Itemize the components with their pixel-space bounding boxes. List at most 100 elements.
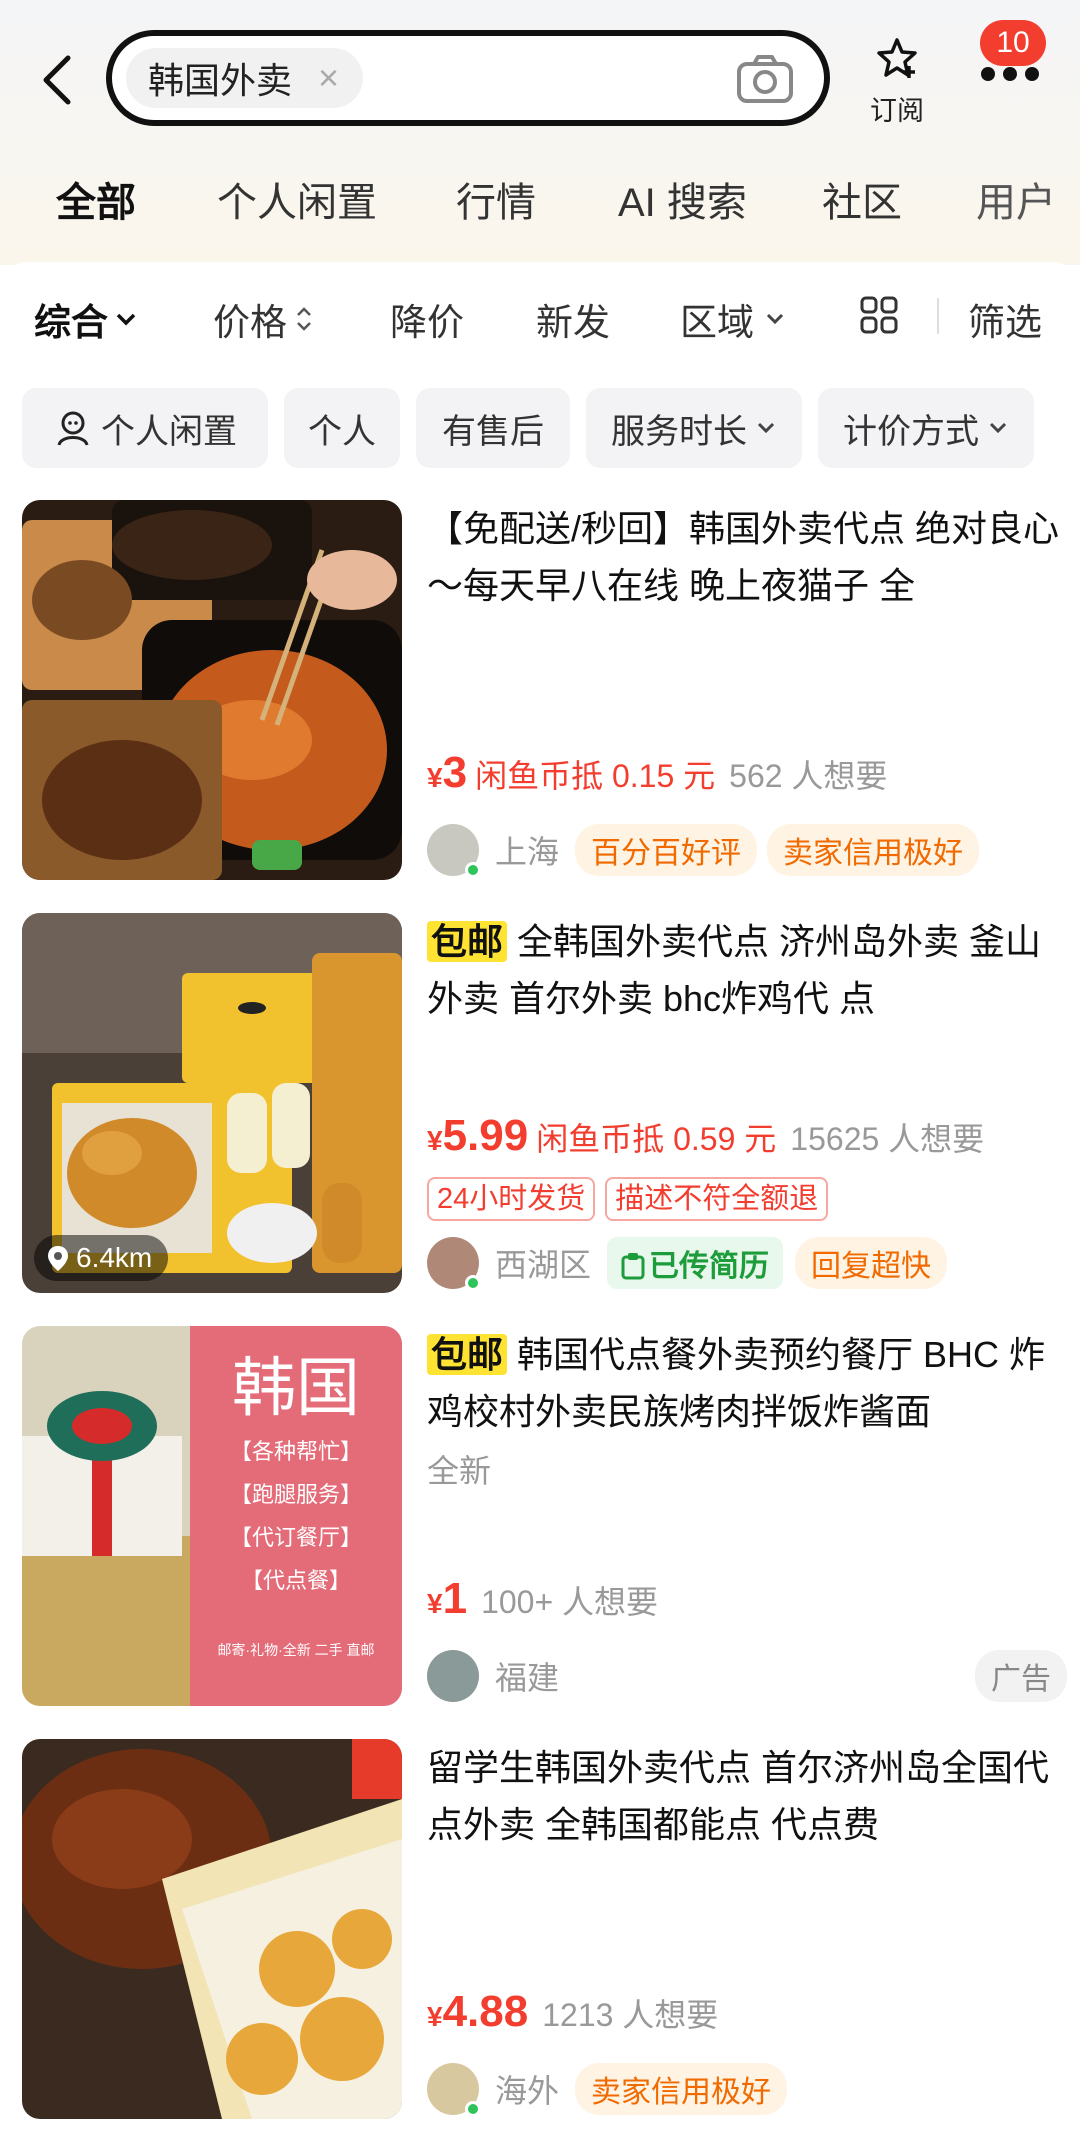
avatar[interactable]: [427, 1650, 479, 1702]
online-dot: [465, 2101, 481, 2117]
image-overlay-text: 韩国 【各种帮忙】 【跑腿服务】 【代订餐厅】 【代点餐】 邮寄·礼物·全新 二…: [190, 1348, 402, 1660]
image-line: 【跑腿服务】: [229, 1482, 362, 1507]
product-image[interactable]: 韩国 【各种帮忙】 【跑腿服务】 【代订餐厅】 【代点餐】 邮寄·礼物·全新 二…: [22, 1326, 402, 1706]
online-dot: [465, 862, 481, 878]
more-icon[interactable]: [980, 64, 1040, 84]
seller-location: 海外: [495, 2073, 560, 2109]
seller-location: 福建: [495, 1660, 560, 1696]
listing-card[interactable]: 留学生韩国外卖代点 首尔济州岛全国代点外卖 全韩国都能点 代点费 ¥4.88 12…: [22, 1739, 1062, 2119]
listing-info: 留学生韩国外卖代点 首尔济州岛全国代点外卖 全韩国都能点 代点费 ¥4.88 12…: [427, 1739, 1067, 2119]
chevron-down-icon: [757, 422, 775, 434]
price-row: ¥5.99 闲鱼币抵 0.59 元 15625 人想要: [427, 1111, 984, 1161]
pill-service-duration[interactable]: 服务时长: [586, 388, 802, 468]
seller-row: 西湖区 已传简历 回复超快: [427, 1233, 1067, 1293]
camera-icon[interactable]: [736, 54, 794, 104]
filter-button[interactable]: 筛选: [968, 292, 1042, 346]
avatar[interactable]: [427, 824, 481, 878]
service-tags: 24小时发货 描述不符全额退: [427, 1177, 838, 1221]
listing-info: 包邮 韩国代点餐外卖预约餐厅 BHC 炸鸡校村外卖民族烤肉拌饭炸酱面 全新 ¥1…: [427, 1326, 1067, 1706]
pill-after-sales[interactable]: 有售后: [416, 388, 570, 468]
pill-label: 计价方式: [843, 412, 979, 451]
listing-title: 【免配送/秒回】韩国外卖代点 绝对良心～每天早八在线 晚上夜猫子 全: [427, 508, 1060, 606]
item-condition: 全新: [427, 1453, 492, 1489]
price-value: 3: [442, 748, 468, 797]
tab-personal-idle[interactable]: 个人闲置: [217, 170, 377, 228]
tab-users[interactable]: 用户: [976, 170, 1056, 228]
listing-title: 留学生韩国外卖代点 首尔济州岛全国代点外卖 全韩国都能点 代点费: [427, 1747, 1050, 1845]
divider: [937, 298, 939, 334]
person-chat-icon: [57, 411, 89, 446]
price-row: ¥1 100+ 人想要: [427, 1574, 658, 1624]
location-pin-icon: [48, 1246, 68, 1271]
sort-dropdown[interactable]: 综合: [34, 292, 138, 346]
tab-market[interactable]: 行情: [456, 170, 536, 228]
clipboard-icon: [621, 1253, 645, 1280]
sort-label: 综合: [34, 302, 108, 343]
category-tabs: 全部 个人闲置 行情 AI 搜索 社区 用户: [0, 170, 1080, 240]
new-listing-filter[interactable]: 新发: [536, 292, 610, 346]
price-drop-filter[interactable]: 降价: [390, 292, 464, 346]
resume-tag: 已传简历: [607, 1237, 784, 1289]
listing-info: 【免配送/秒回】韩国外卖代点 绝对良心～每天早八在线 晚上夜猫子 全 ¥3 闲鱼币…: [427, 500, 1067, 880]
seller-location: 上海: [495, 834, 560, 870]
search-query-chip[interactable]: 韩国外卖 ×: [126, 48, 364, 108]
seller-row: 海外 卖家信用极好: [427, 2059, 1067, 2119]
search-query-text: 韩国外卖: [148, 60, 293, 101]
want-count: 1213 人想要: [542, 1997, 719, 2033]
ad-badge: 广告: [975, 1650, 1067, 1702]
tab-community[interactable]: 社区: [822, 170, 902, 228]
clear-icon[interactable]: ×: [318, 57, 339, 99]
search-bar[interactable]: 韩国外卖 ×: [106, 30, 830, 126]
region-label: 区域: [680, 302, 754, 343]
pill-personal[interactable]: 个人: [284, 388, 400, 468]
price-sort[interactable]: 价格: [213, 292, 315, 346]
coin-discount: 闲鱼币抵 0.59 元: [536, 1121, 777, 1157]
chevron-down-icon: [116, 313, 136, 326]
distance-text: 6.4km: [76, 1242, 153, 1273]
image-title: 韩国: [232, 1352, 360, 1424]
header: 韩国外卖 × 订阅 10 全部 个人闲置 行情 AI 搜索 社区 用户: [0, 0, 1080, 265]
pill-label: 个人闲置: [101, 412, 237, 451]
want-count: 100+ 人想要: [481, 1584, 659, 1620]
back-arrow-icon[interactable]: [38, 52, 78, 108]
avatar[interactable]: [427, 1237, 481, 1291]
listing-title: 包邮 韩国代点餐外卖预约餐厅 BHC 炸鸡校村外卖民族烤肉拌饭炸酱面: [427, 1326, 1067, 1440]
listing-card[interactable]: 【免配送/秒回】韩国外卖代点 绝对良心～每天早八在线 晚上夜猫子 全 ¥3 闲鱼币…: [22, 500, 1062, 880]
filter-bar: 综合 价格 降价 新发 区域 筛选: [0, 262, 1080, 372]
price-row: ¥4.88 1213 人想要: [427, 1987, 718, 2037]
coin-discount: 闲鱼币抵 0.15 元: [475, 758, 716, 794]
resume-tag-label: 已传简历: [649, 1250, 770, 1283]
region-dropdown[interactable]: 区域: [680, 292, 786, 346]
subscribe-button[interactable]: 订阅: [865, 36, 929, 128]
online-dot: [465, 1275, 481, 1291]
sort-arrows-icon: [297, 307, 311, 331]
pill-personal-idle[interactable]: 个人闲置: [22, 388, 268, 468]
distance-badge: 6.4km: [34, 1235, 169, 1281]
product-image[interactable]: [22, 500, 402, 880]
price-value: 5.99: [442, 1111, 529, 1160]
product-image[interactable]: [22, 1739, 402, 2119]
tab-all[interactable]: 全部: [54, 170, 138, 228]
seller-row: 上海 百分百好评 卖家信用极好: [427, 820, 1067, 880]
tab-ai-search[interactable]: AI 搜索: [618, 170, 747, 228]
grid-view-icon[interactable]: [860, 296, 898, 334]
avatar[interactable]: [427, 2063, 481, 2117]
subscribe-label: 订阅: [870, 96, 924, 126]
star-plus-icon: [877, 38, 917, 78]
listing-card[interactable]: 韩国 【各种帮忙】 【跑腿服务】 【代订餐厅】 【代点餐】 邮寄·礼物·全新 二…: [22, 1326, 1067, 1706]
currency-symbol: ¥: [427, 762, 443, 793]
pill-pricing-method[interactable]: 计价方式: [818, 388, 1034, 468]
currency-symbol: ¥: [427, 2001, 443, 2032]
seller-tag: 回复超快: [795, 1237, 948, 1289]
currency-symbol: ¥: [427, 1588, 443, 1619]
image-line: 【各种帮忙】: [229, 1439, 362, 1464]
pill-label: 服务时长: [611, 412, 747, 451]
listing-title-text: 全韩国外卖代点 济州岛外卖 釜山外卖 首尔外卖 bhc炸鸡代 点: [427, 921, 1042, 1019]
image-line: 【代点餐】: [240, 1568, 351, 1593]
seller-tag: 百分百好评: [575, 824, 758, 876]
seller-tag: 卖家信用极好: [575, 2063, 788, 2115]
product-image[interactable]: 6.4km: [22, 913, 402, 1293]
image-line: 【代订餐厅】: [229, 1525, 362, 1550]
price-value: 4.88: [442, 1987, 529, 2036]
listing-card[interactable]: 6.4km 包邮 全韩国外卖代点 济州岛外卖 釜山外卖 首尔外卖 bhc炸鸡代 …: [22, 913, 1062, 1293]
